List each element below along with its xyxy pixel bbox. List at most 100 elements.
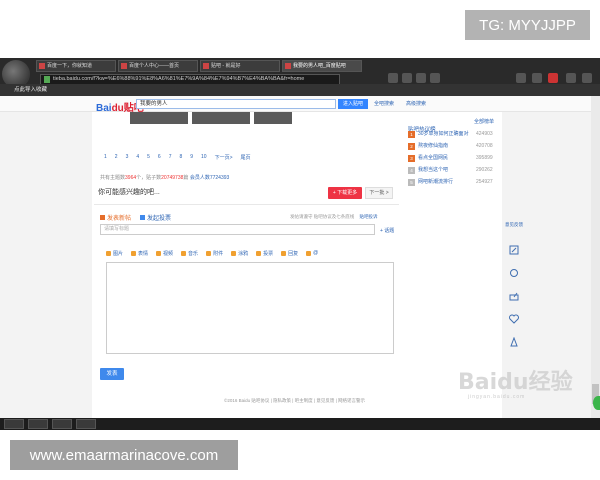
browser-tab[interactable]: 贴吧 - 就是好 [200,60,280,72]
report-icon[interactable] [509,334,519,347]
rank-badge: 2 [408,143,415,150]
share-icon[interactable] [509,288,519,301]
post-rules-link[interactable]: 贴吧投诉 [360,214,378,219]
toolbar-button[interactable] [566,73,576,83]
browser-tab-active[interactable]: 我要的男人吧_百度贴吧 [282,60,362,72]
taskbar-item[interactable] [28,419,48,429]
editor-tool-button[interactable]: 视频 [156,249,173,257]
page-link[interactable]: 1 [102,154,109,162]
thumbnail-image[interactable] [254,112,292,124]
taskbar-item[interactable] [76,419,96,429]
post-title-input[interactable]: 请填写标题 [100,224,375,235]
tool-icon [106,250,111,256]
editor-tool-button[interactable]: 涂鸦 [231,249,248,257]
advanced-search-link[interactable]: 高级搜索 [406,100,426,107]
feedback-link[interactable]: 意见反馈 [505,222,523,228]
hot-topic-count: 420708 [476,143,493,149]
page-link[interactable]: 9 [188,154,195,162]
hot-topic-item[interactable]: 5 网吧新潮流排行 254927 [408,176,498,188]
hot-topic-item[interactable]: 1 30岁单身如何正确面对 424903 [408,128,498,140]
toolbar-button[interactable] [548,73,558,83]
tool-label: 回复 [288,250,299,257]
post-content-editor[interactable] [106,262,394,354]
stats-label: 共有主题数 [100,175,126,181]
hot-topic-item[interactable]: 4 我想当这个吧 290262 [408,164,498,176]
toolbar-button[interactable] [430,73,440,83]
tool-label: 附件 [213,250,224,257]
tab-label: 百度个人中心——首页 [129,63,180,69]
page-link[interactable]: 3 [124,154,131,162]
page-link[interactable]: 8 [177,154,184,162]
page-scrollbar[interactable] [591,96,600,418]
enter-forum-button[interactable]: 进入贴吧 [338,99,368,109]
rank-badge: 4 [408,167,415,174]
browser-tab[interactable]: 百度个人中心——首页 [118,60,198,72]
page-link[interactable]: 5 [145,154,152,162]
hot-topic-text: 熬夜修仙指南 [418,143,449,149]
edit-icon[interactable] [509,242,519,255]
baidu-jingyan-watermark: Baidu经验 [458,370,573,395]
tab-favicon-icon [203,63,209,69]
editor-tool-button[interactable]: 图片 [106,249,123,257]
page-link[interactable]: 6 [156,154,163,162]
tool-label: 表情 [138,250,149,257]
watermark-subtext: jingyan.baidu.com [468,394,526,400]
publish-button[interactable]: 发表 [100,368,124,380]
thumbnail-image[interactable] [192,112,250,124]
thumbnail-image[interactable] [130,112,188,124]
page-link[interactable]: 10 [199,154,209,162]
recommend-title: 你可能感兴趣的吧... [98,189,160,196]
heart-icon[interactable] [509,311,519,324]
like-more-button[interactable]: + 下载更多 [328,187,362,199]
page-link[interactable]: 7 [167,154,174,162]
editor-tool-button[interactable]: @ [306,249,318,257]
post-hint-text: 发帖请遵守 贴吧协议及七条底线 [290,214,355,219]
stats-members-label: 会员人数 [189,175,210,181]
toolbar-button[interactable] [532,73,542,83]
editor-tool-button[interactable]: 投票 [256,249,273,257]
tool-label: 投票 [263,250,274,257]
vote-tab-icon [140,215,145,220]
page-link[interactable]: 2 [113,154,120,162]
tool-label: 视频 [163,250,174,257]
bookmarks-import-link[interactable]: 点此导入收藏 [0,87,47,93]
refresh-icon[interactable] [509,265,519,277]
browser-tab[interactable]: 百度一下，你就知道 [36,60,116,72]
hot-topic-item[interactable]: 2 熬夜修仙指南 420708 [408,140,498,152]
hot-list-more-link[interactable]: 全部榜单 [474,118,494,125]
toolbar-button[interactable] [582,73,592,83]
section-divider [94,204,399,205]
editor-tool-button[interactable]: 音乐 [181,249,198,257]
rank-badge: 3 [408,155,415,162]
rank-badge: 1 [408,131,415,138]
tab-new-post[interactable]: 发表新帖 [100,213,131,222]
tool-label: 涂鸦 [238,250,249,257]
page-link[interactable]: 4 [134,154,141,162]
side-widget-icon[interactable] [593,396,600,410]
editor-tool-button[interactable]: 表情 [131,249,148,257]
hot-topic-item[interactable]: 3 看点全国网民 395899 [408,152,498,164]
tab-new-vote[interactable]: 发起投票 [140,213,171,222]
stats-members: 7724393 [209,175,230,181]
editor-toolbar: 图片 表情 视频 音乐 附件 涂鸦 投票 回复 @ [106,249,318,257]
taskbar-item[interactable] [4,419,24,429]
taskbar-item[interactable] [52,419,72,429]
next-batch-button[interactable]: 下一批 > [365,187,393,199]
tool-icon [131,250,137,256]
editor-tool-button[interactable]: 附件 [206,249,223,257]
toolbar-button[interactable] [402,73,412,83]
toolbar-button[interactable] [516,73,526,83]
tool-icon [181,250,187,256]
search-all-link[interactable]: 全吧搜索 [374,100,394,107]
forum-search-input[interactable]: 我要的男人 [136,99,336,109]
site-url-overlay: www.emaarmarinacove.com [10,440,238,470]
hot-topic-text: 看点全国网民 [418,155,449,161]
stats-topics: 3964 [125,175,137,181]
toolbar-button[interactable] [416,73,426,83]
add-topic-link[interactable]: + 话题 [380,227,394,234]
editor-tool-button[interactable]: 回复 [281,249,298,257]
page-link[interactable]: 下一页> [213,154,235,162]
page-link[interactable]: 尾页 [239,154,253,162]
toolbar-button[interactable] [388,73,398,83]
stats-label: 篇 [183,175,189,181]
